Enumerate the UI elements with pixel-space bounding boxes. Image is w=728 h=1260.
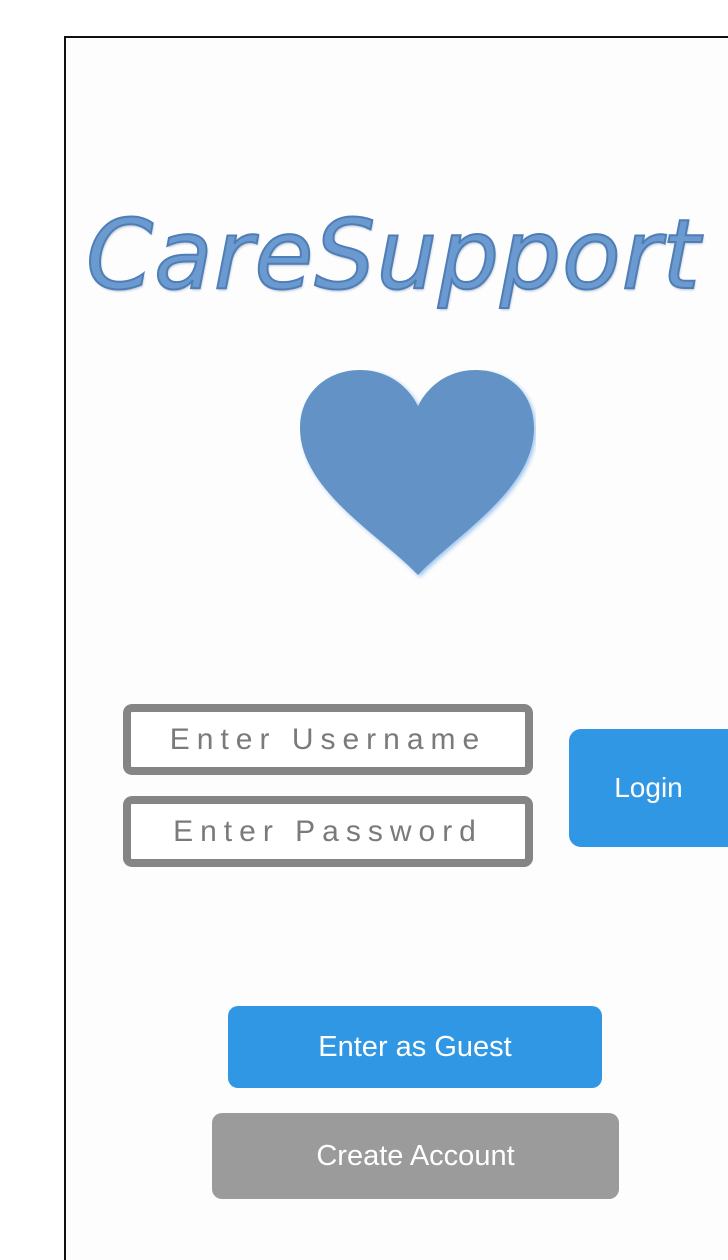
- app-logo-title: CareSupport: [85, 199, 701, 311]
- password-field[interactable]: [123, 796, 533, 867]
- login-button[interactable]: Login: [569, 729, 728, 847]
- enter-as-guest-button[interactable]: Enter as Guest: [228, 1006, 602, 1088]
- username-input[interactable]: [131, 712, 525, 767]
- heart-icon: [300, 370, 534, 575]
- create-account-button[interactable]: Create Account: [212, 1113, 619, 1199]
- username-field[interactable]: [123, 704, 533, 775]
- password-input[interactable]: [131, 804, 525, 859]
